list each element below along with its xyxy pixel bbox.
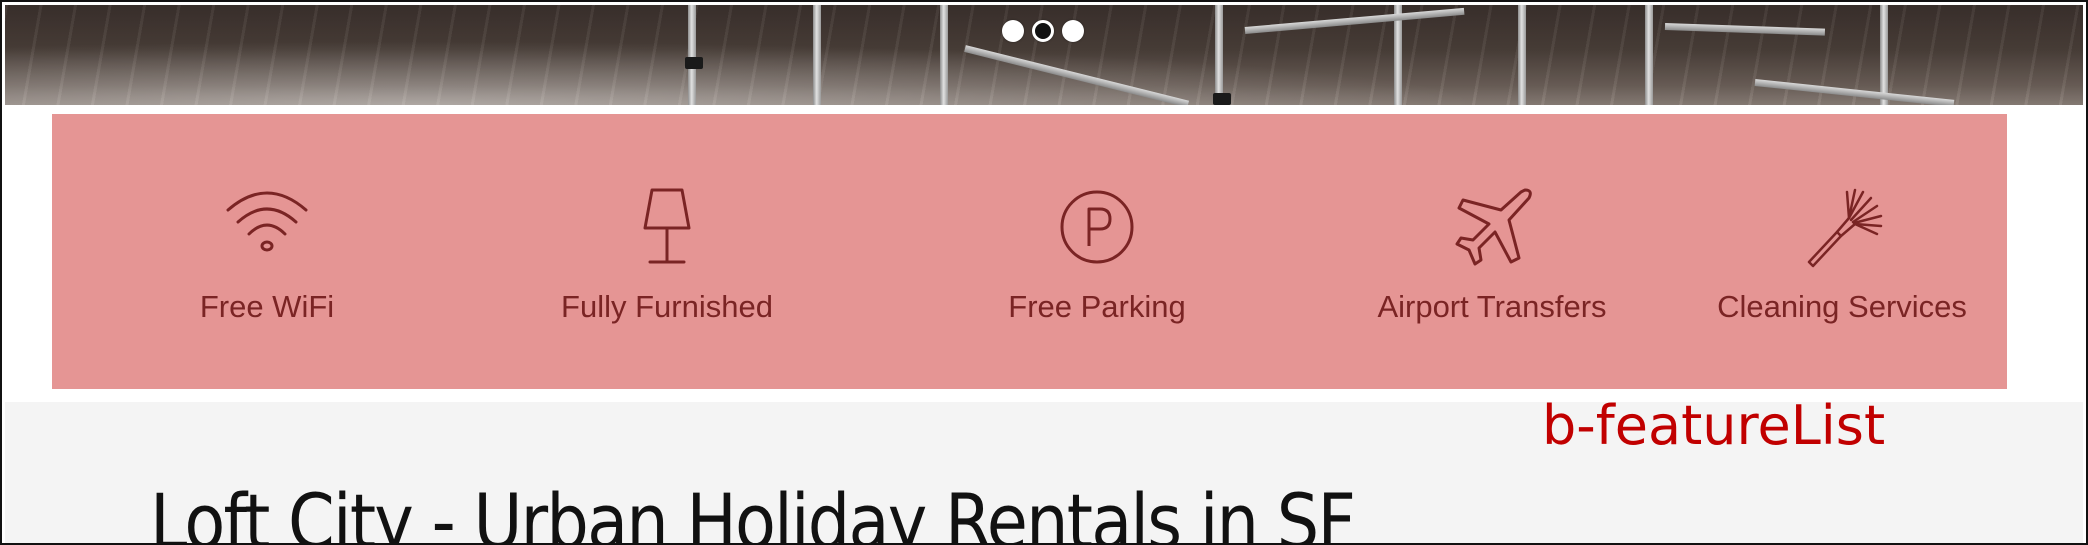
feature-parking: Free Parking bbox=[932, 114, 1262, 389]
feature-label: Fully Furnished bbox=[561, 289, 773, 324]
component-annotation-label: b-featureList bbox=[1542, 394, 1886, 457]
screenshot-frame: Free WiFi Fully Furnished Free Parking A… bbox=[0, 0, 2088, 545]
slider-dot-1[interactable] bbox=[1002, 20, 1024, 42]
chair-leg-decoration bbox=[1880, 5, 1888, 105]
slider-dot-2[interactable] bbox=[1032, 20, 1054, 42]
chair-leg-decoration bbox=[940, 5, 948, 105]
feature-label: Cleaning Services bbox=[1717, 289, 1967, 324]
slider-pagination bbox=[1002, 20, 1084, 42]
wifi-icon bbox=[222, 182, 312, 272]
feature-label: Free Parking bbox=[1008, 289, 1186, 324]
chair-foot-decoration bbox=[1213, 93, 1231, 105]
page-title: Loft City - Urban Holiday Rentals in SF bbox=[150, 477, 1356, 545]
feature-wifi: Free WiFi bbox=[112, 114, 422, 389]
chair-leg-decoration bbox=[1518, 5, 1526, 105]
parking-icon bbox=[1052, 182, 1142, 272]
slider-dot-3[interactable] bbox=[1062, 20, 1084, 42]
feature-list: Free WiFi Fully Furnished Free Parking A… bbox=[52, 114, 2007, 389]
chair-leg-decoration bbox=[813, 5, 821, 105]
airplane-icon bbox=[1447, 182, 1537, 272]
feature-label: Free WiFi bbox=[199, 289, 335, 324]
lamp-icon bbox=[622, 182, 712, 272]
chair-leg-decoration bbox=[1215, 5, 1223, 105]
feature-furnished: Fully Furnished bbox=[472, 114, 862, 389]
hero-image-slider bbox=[5, 5, 2083, 105]
chair-leg-decoration bbox=[688, 5, 696, 105]
feature-label: Airport Transfers bbox=[1377, 289, 1607, 324]
feature-cleaning: Cleaning Services bbox=[1682, 114, 2002, 389]
chair-foot-decoration bbox=[685, 57, 703, 69]
feature-airport: Airport Transfers bbox=[1312, 114, 1672, 389]
chair-leg-decoration bbox=[1645, 5, 1653, 105]
duster-icon bbox=[1797, 182, 1887, 272]
